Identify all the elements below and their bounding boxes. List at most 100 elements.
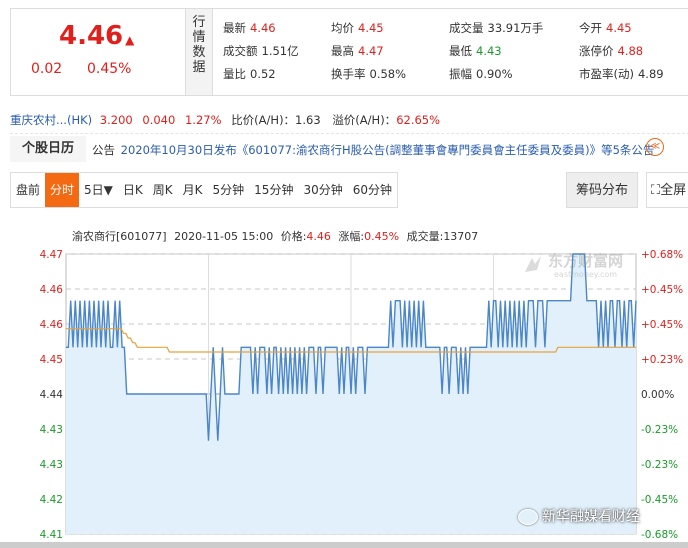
quote-field-value: 1.51亿: [261, 44, 299, 58]
stock-calendar-title: 个股日历: [10, 136, 87, 162]
credit-watermark: 新华融媒看财经: [518, 506, 640, 526]
chart-tab[interactable]: 日K: [118, 173, 148, 207]
quote-field-label: 最高: [331, 44, 354, 58]
pct-tick-label: -0.23%: [641, 424, 678, 436]
current-price-value: 4.46: [59, 21, 124, 51]
quote-panel: 4.46 ▲ 0.02 0.45% 行 情 数 据 最新 4.46 均价 4.45 成交量…: [10, 8, 688, 96]
quote-field-value: 33.91万手: [487, 21, 544, 35]
quote-field-value: 4.88: [617, 44, 644, 58]
stock-calendar-row: 个股日历 公告 2020年10月30日发布《601077:渝农商行H股公告(調整…: [10, 136, 688, 162]
label-char: 据: [192, 60, 206, 75]
price-box: 4.46 ▲ 0.02 0.45%: [11, 9, 185, 95]
label-char: 情: [192, 30, 206, 45]
quote-field-value: 4.89: [637, 67, 664, 81]
quote-field-label: 振幅: [449, 67, 472, 81]
quote-field: 振幅 0.90%: [449, 66, 513, 82]
quote-field-label: 均价: [331, 21, 354, 35]
pct-tick-label: -0.23%: [641, 459, 678, 471]
intraday-chart[interactable]: 4.47 +0.68% 4.46 +0.45% 4.46 +0.45% 4.45 +0.23%…: [0, 240, 688, 542]
y-tick-label: 4.44: [40, 389, 64, 401]
hk-pct: 1.27%: [184, 113, 222, 127]
quote-field-label: 市盈率(动): [579, 67, 634, 81]
chart-tab[interactable]: 30分钟: [298, 173, 347, 207]
hk-change: 0.040: [142, 113, 176, 127]
watermark-brand: 东方财富网: [548, 252, 624, 270]
y-tick-label: 4.41: [40, 529, 63, 541]
quote-fields: 最新 4.46 均价 4.45 成交量 33.91万手 今开 4.45 成交额 1.51亿 最高 4.…: [223, 9, 688, 95]
announcement: 公告 2020年10月30日发布《601077:渝农商行H股公告(調整董事會專門…: [92, 142, 654, 158]
chart-tab[interactable]: 周K: [148, 173, 178, 207]
ah-ratio: 比价(A/H)：1.63: [231, 113, 321, 127]
announcement-link[interactable]: 2020年10月30日发布《601077:渝农商行H股公告(調整董事會專門委員會…: [121, 143, 655, 157]
watermark-site: eastmoney.com: [554, 270, 618, 279]
current-price: 4.46 ▲: [59, 21, 134, 51]
pct-tick-label: -0.68%: [641, 529, 678, 541]
eastmoney-logo-icon: [525, 256, 541, 272]
pct-tick-label: +0.23%: [641, 354, 683, 366]
eastmoney-watermark: 东方财富网 eastmoney.com: [522, 250, 632, 284]
y-tick-label: 4.47: [40, 249, 63, 261]
credit-text: 新华融媒看财经: [542, 509, 640, 525]
divider: [10, 133, 688, 134]
chip-distribution-button[interactable]: 筹码分布: [566, 172, 638, 208]
wechat-icon: [518, 509, 538, 525]
pct-tick-label: +0.68%: [641, 249, 683, 261]
chart-tab[interactable]: 15分钟: [249, 173, 298, 207]
collapse-icon[interactable]: ≪: [646, 138, 664, 156]
chart-tab[interactable]: 分时: [45, 173, 80, 207]
quote-field: 最新 4.46: [223, 20, 276, 36]
pct-tick-label: -0.45%: [641, 494, 678, 506]
quote-field: 成交额 1.51亿: [223, 43, 299, 59]
quote-field-value: 4.45: [606, 21, 632, 35]
quote-field-label: 最新: [223, 21, 246, 35]
quote-field: 涨停价 4.88: [579, 43, 643, 59]
quote-field: 成交量 33.91万手: [449, 20, 543, 36]
chart-period-tabs: 盘前 分时 5日▼ 日K 周K 月K 5分钟 15分钟 30分钟 60分钟: [10, 172, 399, 208]
quote-field-value: 4.45: [358, 21, 384, 35]
y-tick-label: 4.46: [40, 319, 64, 331]
pct-tick-label: +0.45%: [641, 284, 683, 296]
quote-field-label: 涨停价: [579, 44, 614, 58]
bottom-scrollbar[interactable]: [0, 542, 688, 548]
quote-field-value: 0.52: [250, 67, 276, 81]
quote-field-label: 量比: [223, 67, 246, 81]
quote-field-value: 4.47: [358, 44, 384, 58]
quote-field-label: 今开: [579, 21, 602, 35]
quote-field: 换手率 0.58%: [331, 66, 406, 82]
chart-tab[interactable]: 5分钟: [208, 173, 250, 207]
quote-field: 均价 4.45: [331, 20, 384, 36]
quote-field-label: 成交额: [223, 44, 258, 58]
quote-field: 量比 0.52: [223, 66, 276, 82]
announcement-prefix: 公告: [92, 143, 115, 157]
chart-tab[interactable]: 盘前: [11, 173, 45, 207]
quote-field-label: 最低: [449, 44, 472, 58]
y-tick-label: 4.42: [40, 494, 63, 506]
price-change-pct: 0.45%: [87, 61, 132, 77]
ah-premium-value: 62.65%: [396, 113, 441, 127]
y-tick-label: 4.45: [40, 354, 63, 366]
hk-name-link[interactable]: 重庆农村...(HK): [10, 113, 92, 127]
quote-data-label: 行 情 数 据: [185, 9, 213, 95]
chart-tab[interactable]: 月K: [178, 173, 208, 207]
chart-tab[interactable]: 60分钟: [348, 173, 397, 207]
price-change: 0.02: [31, 61, 63, 77]
up-arrow-icon: ▲: [125, 33, 135, 47]
label-char: 数: [192, 45, 206, 60]
quote-field-value: 0.58%: [369, 67, 407, 81]
quote-field-label: 换手率: [331, 67, 366, 81]
y-tick-label: 4.43: [40, 424, 63, 436]
ah-premium-label: 溢价(A/H)：: [332, 113, 397, 127]
fullscreen-button[interactable]: ⛶全屏: [646, 172, 688, 208]
quote-field-value: 4.46: [250, 21, 276, 35]
hk-compare-row: 重庆农村...(HK) 3.200 0.040 1.27% 比价(A/H)：1.…: [10, 112, 440, 128]
hk-price: 3.200: [99, 113, 133, 127]
y-tick-label: 4.43: [40, 459, 63, 471]
label-char: 行: [192, 15, 206, 30]
pct-tick-label: 0.00%: [641, 389, 674, 401]
quote-field: 市盈率(动) 4.89: [579, 66, 664, 82]
quote-field-label: 成交量: [449, 21, 484, 35]
quote-field-value: 0.90%: [476, 67, 513, 81]
chart-tab[interactable]: 5日▼: [79, 173, 118, 207]
quote-field: 最低 4.43: [449, 43, 502, 59]
quote-field-value: 4.43: [476, 44, 502, 58]
